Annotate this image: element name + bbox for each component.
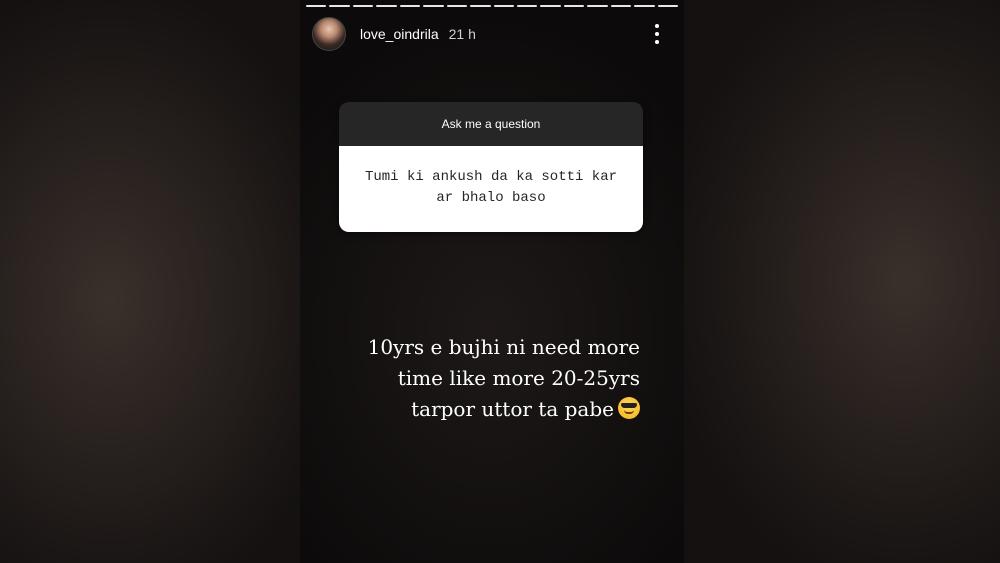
question-line: ar bhalo baso (436, 190, 546, 206)
story-viewer[interactable]: love_oindrila 21 h Ask me a question Tum… (300, 0, 684, 563)
answer-line: time like more 20-25yrs (397, 366, 640, 390)
more-vertical-icon[interactable] (650, 24, 664, 44)
avatar[interactable] (312, 17, 346, 51)
progress-segment (587, 5, 608, 7)
progress-segment (563, 5, 585, 7)
progress-segment (399, 5, 421, 7)
question-line: Tumi ki ankush da ka sotti kar (364, 169, 618, 185)
answer-line: tarpor uttor ta pabe (411, 397, 614, 421)
progress-segment (423, 5, 444, 7)
progress-segment (446, 5, 468, 7)
progress-segment (610, 5, 632, 7)
progress-segment (376, 5, 397, 7)
progress-segment (352, 5, 374, 7)
progress-segment (306, 5, 327, 7)
story-progress-bar (306, 5, 678, 7)
answer-line: 10yrs e bujhi ni need more (367, 335, 640, 359)
timestamp: 21 h (448, 26, 476, 42)
progress-segment (634, 5, 655, 7)
progress-segment (657, 5, 678, 7)
username[interactable]: love_oindrila (360, 26, 439, 42)
progress-segment (329, 5, 350, 7)
question-sticker-title: Ask me a question (339, 102, 643, 146)
progress-segment (540, 5, 561, 7)
story-header: love_oindrila 21 h (312, 16, 672, 52)
background-right-blur (684, 0, 1000, 563)
answer-text: 10yrs e bujhi ni need more time like mor… (320, 332, 640, 425)
answer-line-last: tarpor uttor ta pabe (320, 394, 640, 425)
background-left-blur (0, 0, 300, 563)
smiling-face-with-sunglasses-icon (618, 397, 640, 419)
progress-segment (470, 5, 491, 7)
progress-segment (493, 5, 514, 7)
question-sticker: Ask me a question Tumi ki ankush da ka s… (339, 102, 643, 232)
question-text: Tumi ki ankush da ka sotti kar ar bhalo … (339, 146, 643, 232)
progress-segment (516, 5, 538, 7)
